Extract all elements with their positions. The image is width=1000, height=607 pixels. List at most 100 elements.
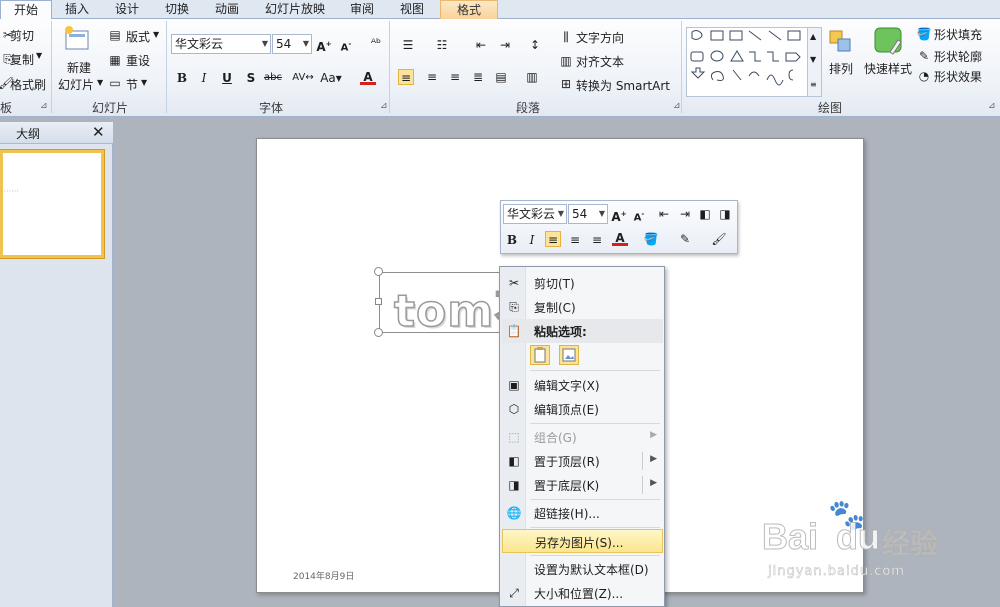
menu-item-copy[interactable]: ⎘ 复制(C) — [502, 295, 663, 319]
align-left-icon[interactable]: ≡ — [398, 69, 414, 85]
shapes-gallery[interactable] — [686, 27, 808, 97]
submenu-arrow-icon[interactable]: ▶ — [650, 478, 657, 488]
align-center-icon[interactable]: ≡ — [567, 232, 583, 248]
shadow-icon[interactable]: S — [243, 70, 259, 86]
shapes-gallery-scroll[interactable]: ▲ ▼ ≡ — [808, 27, 822, 97]
reset-button[interactable]: 重设 — [126, 52, 150, 69]
decrease-indent-icon[interactable]: ⇤ — [473, 37, 489, 53]
section-button[interactable]: 节 — [126, 76, 138, 93]
font-color-icon[interactable]: A — [612, 230, 628, 246]
pencil-icon[interactable]: ✎ — [677, 231, 693, 247]
italic-icon[interactable]: I — [524, 232, 540, 248]
align-center-icon[interactable]: ≡ — [424, 69, 440, 85]
mini-size-combo[interactable]: 54 ▼ — [568, 204, 608, 224]
send-backward-icon[interactable]: ◨ — [717, 206, 733, 222]
new-slide-dropdown-arrow[interactable]: ▼ — [97, 78, 103, 87]
numbering-icon[interactable]: ☷ — [434, 37, 450, 53]
paint-bucket-icon[interactable]: 🪣 — [643, 231, 659, 247]
justify-icon[interactable]: ≣ — [470, 69, 486, 85]
layout-dropdown-arrow[interactable]: ▼ — [153, 30, 159, 39]
paste-icon — [534, 347, 546, 363]
paste-as-picture-button[interactable] — [559, 345, 579, 365]
new-slide-button[interactable]: 幻灯片 — [58, 76, 94, 93]
tab-transitions[interactable]: 切换 — [152, 0, 202, 19]
text-direction-button[interactable]: 文字方向 — [576, 29, 624, 46]
distribute-icon[interactable]: ▤ — [493, 69, 509, 85]
font-color-icon[interactable]: A — [360, 69, 376, 85]
copy-dropdown-arrow[interactable]: ▼ — [36, 51, 42, 60]
slide-thumbnail[interactable]: ······· — [0, 150, 104, 258]
section-dropdown-arrow[interactable]: ▼ — [141, 78, 147, 87]
clipboard-launcher-icon[interactable]: ⊿ — [40, 101, 48, 111]
shape-effects-button[interactable]: 形状效果 — [934, 68, 982, 85]
bold-icon[interactable]: B — [504, 232, 520, 248]
menu-item-edit-points[interactable]: ⬡ 编辑顶点(E) — [502, 397, 663, 421]
cut-button[interactable]: 剪切 — [10, 27, 34, 44]
align-right-icon[interactable]: ≡ — [589, 232, 605, 248]
close-icon[interactable]: ✕ — [92, 123, 105, 141]
align-text-button[interactable]: 对齐文本 — [576, 53, 624, 70]
bring-forward-icon[interactable]: ◧ — [697, 206, 713, 222]
resize-handle[interactable] — [374, 267, 383, 276]
smartart-button[interactable]: 转换为 SmartArt — [576, 77, 670, 94]
tab-format[interactable]: 格式 — [440, 0, 498, 19]
group-label-drawing: 绘图 — [818, 101, 843, 115]
tab-animations[interactable]: 动画 — [202, 0, 252, 19]
tab-home[interactable]: 开始 — [0, 0, 52, 20]
increase-indent-icon[interactable]: ⇥ — [677, 206, 693, 222]
submenu-arrow-icon[interactable]: ▶ — [650, 454, 657, 464]
grow-font-icon[interactable]: A+ — [316, 36, 332, 54]
tab-view[interactable]: 视图 — [386, 0, 438, 19]
font-launcher-icon[interactable]: ⊿ — [380, 101, 388, 111]
character-spacing-icon[interactable]: AV↔ — [291, 70, 315, 86]
format-painter-icon[interactable]: 🖌 — [711, 231, 727, 247]
shape-fill-button[interactable]: 形状填充 — [934, 26, 982, 43]
menu-item-hyperlink[interactable]: 🌐 超链接(H)... — [502, 501, 663, 525]
shape-outline-button[interactable]: 形状轮廓 — [934, 48, 982, 65]
font-name-combo[interactable]: 华文彩云 ▼ — [171, 34, 271, 54]
italic-icon[interactable]: I — [196, 70, 212, 86]
arrange-button[interactable]: 排列 — [829, 60, 853, 77]
strikethrough-icon[interactable]: abc — [264, 70, 282, 86]
bold-icon[interactable]: B — [174, 70, 190, 86]
paragraph-launcher-icon[interactable]: ⊿ — [673, 101, 681, 111]
menu-item-set-default-textbox[interactable]: 设置为默认文本框(D) — [502, 557, 663, 581]
menu-item-save-as-picture[interactable]: 另存为图片(S)... — [502, 529, 663, 553]
menu-item-cut[interactable]: ✂ 剪切(T) — [502, 271, 663, 295]
menu-item-send-to-back[interactable]: ◨ 置于底层(K) ▶ — [502, 473, 663, 497]
layout-button[interactable]: 版式 — [126, 28, 150, 45]
menu-separator — [530, 423, 660, 424]
grow-font-icon[interactable]: A+ — [611, 206, 627, 224]
menu-item-bring-to-front[interactable]: ◧ 置于顶层(R) ▶ — [502, 449, 663, 473]
tab-design[interactable]: 设计 — [102, 0, 152, 19]
line-spacing-icon[interactable]: ↕ — [527, 37, 543, 53]
shrink-font-icon[interactable]: A- — [631, 206, 647, 223]
bullets-icon[interactable]: ☰ — [400, 37, 416, 53]
quick-styles-button[interactable]: 快速样式 — [864, 60, 912, 77]
new-slide-label[interactable]: 新建 — [67, 59, 91, 76]
align-right-icon[interactable]: ≡ — [447, 69, 463, 85]
change-case-icon[interactable]: Aa▾ — [320, 70, 342, 86]
shrink-font-icon[interactable]: A- — [338, 36, 354, 53]
paste-keep-format-button[interactable] — [530, 345, 550, 365]
underline-icon[interactable]: U — [219, 70, 235, 86]
tab-review[interactable]: 审阅 — [338, 0, 386, 19]
tab-outline[interactable]: 大纲 — [16, 125, 40, 142]
clear-format-icon[interactable]: ᴬᵇ — [368, 35, 384, 51]
font-size-combo[interactable]: 54 ▼ — [272, 34, 312, 54]
tab-slideshow[interactable]: 幻灯片放映 — [252, 0, 338, 19]
align-left-icon[interactable]: ≡ — [545, 231, 561, 247]
copy-button[interactable]: 复制 — [10, 51, 34, 68]
increase-indent-icon[interactable]: ⇥ — [497, 37, 513, 53]
group-icon: ⬚ — [508, 430, 520, 444]
mini-font-combo[interactable]: 华文彩云 ▼ — [503, 204, 567, 224]
decrease-indent-icon[interactable]: ⇤ — [656, 206, 672, 222]
menu-item-edit-text[interactable]: ▣ 编辑文字(X) — [502, 373, 663, 397]
drawing-launcher-icon[interactable]: ⊿ — [988, 101, 996, 111]
resize-handle[interactable] — [374, 328, 383, 337]
format-painter-button[interactable]: 格式刷 — [10, 76, 46, 93]
resize-handle[interactable] — [375, 298, 382, 305]
columns-icon[interactable]: ▥ — [524, 69, 540, 85]
menu-item-size-position[interactable]: ⤢ 大小和位置(Z)... — [502, 581, 663, 605]
tab-insert[interactable]: 插入 — [52, 0, 102, 19]
